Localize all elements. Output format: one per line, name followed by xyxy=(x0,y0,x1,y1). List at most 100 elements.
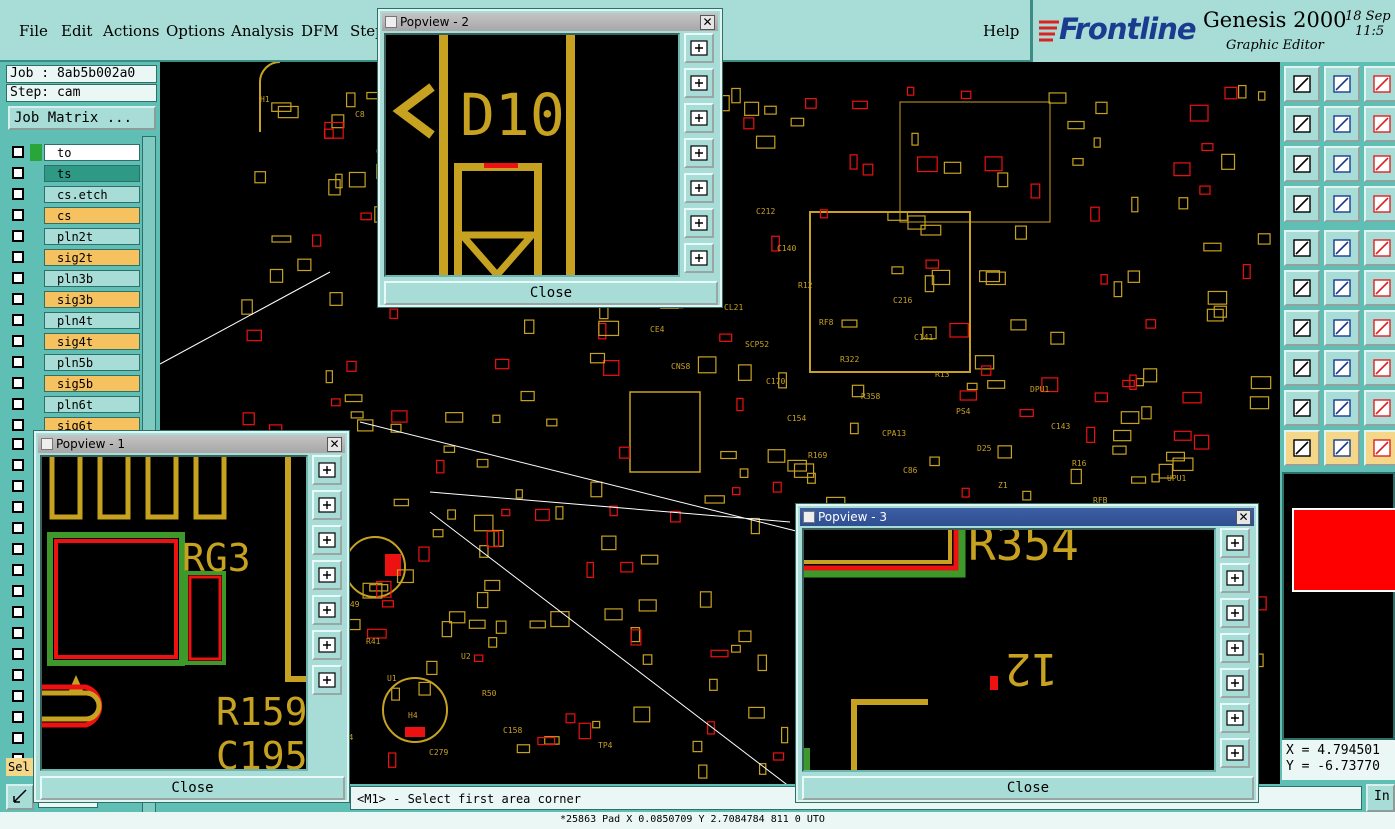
menu-help[interactable]: Help xyxy=(983,22,1019,40)
layer-checkbox[interactable] xyxy=(12,522,24,534)
cross-icon[interactable] xyxy=(1324,270,1360,306)
layer-name[interactable]: sig3b xyxy=(44,291,140,308)
grid-icon[interactable] xyxy=(1324,186,1360,222)
triangle-icon[interactable] xyxy=(1284,390,1320,426)
pan-left-icon[interactable] xyxy=(1284,106,1320,142)
zoom-fit-icon[interactable] xyxy=(312,665,342,695)
overview-viewport[interactable] xyxy=(1292,508,1395,592)
layer-checkbox[interactable] xyxy=(12,438,24,450)
popview-3-close-button[interactable]: Close xyxy=(802,776,1254,800)
zoom-window-icon[interactable] xyxy=(684,33,714,63)
popview-2-view[interactable]: D10 xyxy=(384,33,680,277)
menu-edit[interactable]: Edit xyxy=(61,22,92,40)
ratio-icon[interactable] xyxy=(1364,146,1395,182)
triangle-outline-icon[interactable] xyxy=(1364,390,1395,426)
select-pad-icon[interactable] xyxy=(1284,230,1320,266)
center-icon[interactable] xyxy=(1324,146,1360,182)
layer-name[interactable]: sig4t xyxy=(44,333,140,350)
zoom-up-icon[interactable] xyxy=(1284,66,1320,102)
pan-right-icon[interactable] xyxy=(1220,668,1250,698)
layer-checkbox[interactable] xyxy=(12,377,24,389)
zoom-in-icon[interactable] xyxy=(1220,703,1250,733)
layer-checkbox[interactable] xyxy=(12,732,24,744)
slash-icon[interactable] xyxy=(1324,310,1360,346)
layer-name[interactable]: to xyxy=(44,144,140,161)
layer-checkbox[interactable] xyxy=(12,251,24,263)
zoom-window-icon[interactable] xyxy=(1220,528,1250,558)
pan-right-icon[interactable] xyxy=(684,173,714,203)
zoom-fit-icon[interactable] xyxy=(684,243,714,273)
pan-left-icon[interactable] xyxy=(312,560,342,590)
layer-checkbox[interactable] xyxy=(12,188,24,200)
layer-name[interactable]: cs.etch xyxy=(44,186,140,203)
dash-icon[interactable] xyxy=(1324,350,1360,386)
job-matrix-button[interactable]: Job Matrix ... xyxy=(8,106,156,130)
layer-checkbox[interactable] xyxy=(12,564,24,576)
pan-left-icon[interactable] xyxy=(684,138,714,168)
popview-3-titlebar[interactable]: Popview - 3 ✕ xyxy=(800,508,1254,526)
cursor-select-icon[interactable] xyxy=(1324,430,1360,466)
layer-checkbox[interactable] xyxy=(12,167,24,179)
layer-name[interactable]: pln4t xyxy=(44,312,140,329)
layer-checkbox[interactable] xyxy=(12,711,24,723)
measure-icon[interactable] xyxy=(1364,350,1395,386)
snap-icon[interactable] xyxy=(1364,186,1395,222)
layer-checkbox[interactable] xyxy=(12,419,24,431)
layer-checkbox[interactable] xyxy=(12,606,24,618)
cursor-alt-icon[interactable] xyxy=(1364,430,1395,466)
home-icon[interactable] xyxy=(1364,66,1395,102)
window-menu-icon[interactable] xyxy=(385,16,397,28)
popview-1-titlebar[interactable]: Popview - 1 ✕ xyxy=(38,435,345,453)
connect-icon[interactable] xyxy=(1364,270,1395,306)
layer-name[interactable]: sig2t xyxy=(44,249,140,266)
popview-1-close-button[interactable]: Close xyxy=(40,776,345,800)
line-icon[interactable] xyxy=(1284,310,1320,346)
fit-icon[interactable] xyxy=(1284,146,1320,182)
zoom-down-icon[interactable] xyxy=(1324,66,1360,102)
zoom-in-icon[interactable] xyxy=(312,630,342,660)
popview-1-view[interactable]: RG3 R159 C195 xyxy=(40,455,308,771)
pan-left-icon[interactable] xyxy=(1220,633,1250,663)
pan-down-icon[interactable] xyxy=(312,525,342,555)
layer-checkbox[interactable] xyxy=(12,669,24,681)
pan-right-icon[interactable] xyxy=(1324,106,1360,142)
layer-checkbox[interactable] xyxy=(12,543,24,555)
edit-line-icon[interactable] xyxy=(1324,230,1360,266)
zoom-fit-icon[interactable] xyxy=(1220,738,1250,768)
menu-dfm[interactable]: DFM xyxy=(301,22,339,40)
layer-checkbox[interactable] xyxy=(12,501,24,513)
layer-name[interactable]: pln6t xyxy=(44,396,140,413)
layer-name[interactable]: ts xyxy=(44,165,140,182)
pan-down-icon[interactable] xyxy=(1220,598,1250,628)
window-menu-icon[interactable] xyxy=(41,438,53,450)
layer-checkbox[interactable] xyxy=(12,335,24,347)
layer-checkbox[interactable] xyxy=(12,480,24,492)
ruler-icon[interactable] xyxy=(1364,230,1395,266)
layer-name[interactable]: pln5b xyxy=(44,354,140,371)
layer-name[interactable]: cs xyxy=(44,207,140,224)
cursor-icon[interactable] xyxy=(1284,430,1320,466)
layer-checkbox[interactable] xyxy=(12,459,24,471)
layer-name[interactable]: pln2t xyxy=(44,228,140,245)
close-icon[interactable]: ✕ xyxy=(700,15,715,30)
triangle-select-icon[interactable] xyxy=(1324,390,1360,426)
point-icon[interactable] xyxy=(1284,350,1320,386)
pan-up-icon[interactable] xyxy=(1220,563,1250,593)
layer-checkbox[interactable] xyxy=(12,627,24,639)
layer-checkbox[interactable] xyxy=(12,356,24,368)
layer-checkbox[interactable] xyxy=(12,272,24,284)
menu-actions[interactable]: Actions xyxy=(103,22,159,40)
popview-2-close-button[interactable]: Close xyxy=(384,281,718,305)
layer-checkbox[interactable] xyxy=(12,398,24,410)
layer-name[interactable]: sig5b xyxy=(44,375,140,392)
pan-down-icon[interactable] xyxy=(684,103,714,133)
pan-right-icon[interactable] xyxy=(312,595,342,625)
net-icon[interactable] xyxy=(1284,270,1320,306)
close-icon[interactable]: ✕ xyxy=(1236,510,1251,525)
popview-3-view[interactable]: R354 12 xyxy=(802,528,1216,772)
layer-checkbox[interactable] xyxy=(12,230,24,242)
layer-checkbox[interactable] xyxy=(12,690,24,702)
layer-checkbox[interactable] xyxy=(12,648,24,660)
layer-checkbox[interactable] xyxy=(12,146,24,158)
zoom-area-icon[interactable] xyxy=(6,784,34,810)
